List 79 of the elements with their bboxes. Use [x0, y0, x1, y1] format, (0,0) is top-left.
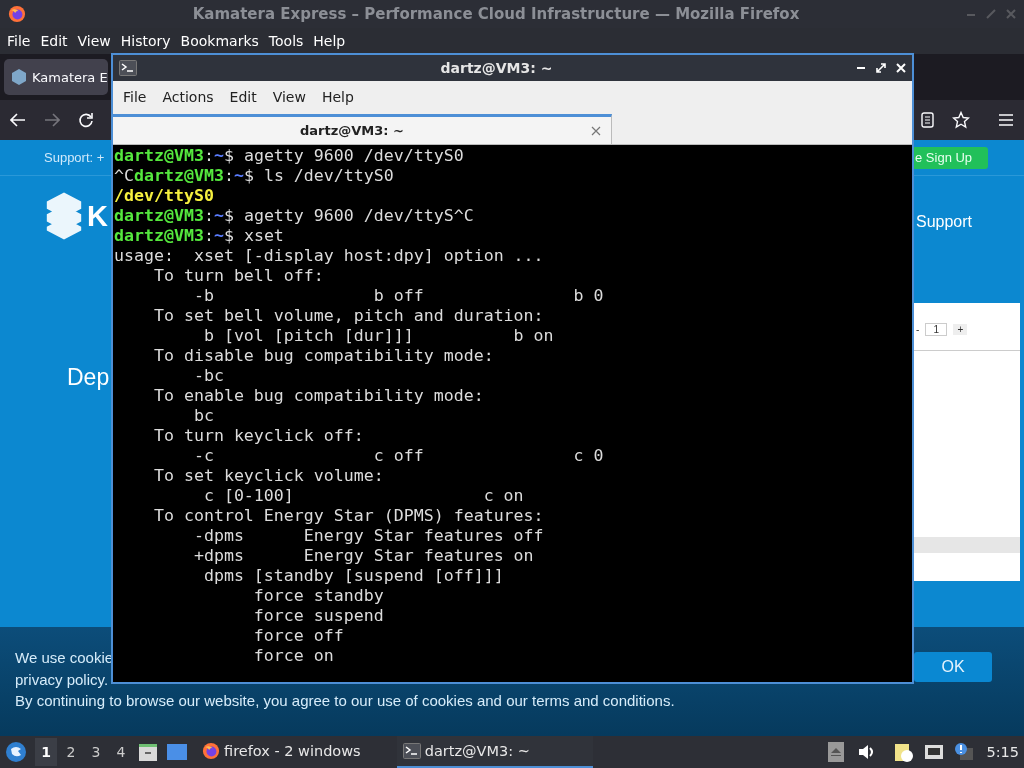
- decrement-button[interactable]: -: [916, 324, 920, 335]
- menu-icon[interactable]: [998, 113, 1014, 127]
- eject-icon[interactable]: [828, 742, 845, 762]
- terminal-tab[interactable]: dartz@VM3: ~: [113, 114, 612, 144]
- logo-text: K: [87, 199, 108, 233]
- terminal-line: c [0-100] c on: [202, 486, 524, 506]
- menu-item[interactable]: Help: [308, 33, 351, 49]
- menu-item[interactable]: Help: [313, 88, 362, 105]
- workspace-button[interactable]: 1: [35, 738, 57, 766]
- terminal-line: To set keyclick volume:: [152, 466, 384, 486]
- terminal-line: -b b off b 0: [192, 286, 604, 306]
- workspace-button[interactable]: 4: [110, 738, 132, 766]
- terminal-line: dpms [standby [suspend [off]]]: [202, 566, 504, 586]
- terminal-line: force on: [252, 646, 334, 666]
- support-text: Support: +: [43, 150, 105, 165]
- terminal-line: dartz@VM3:~$ agetty 9600 /dev/ttyS^C: [114, 206, 474, 226]
- file-cabinet-icon[interactable]: [138, 742, 158, 762]
- notification-icon[interactable]: [954, 742, 975, 762]
- menu-item[interactable]: File: [115, 88, 155, 105]
- menu-item[interactable]: Edit: [221, 88, 265, 105]
- terminal-line: dartz@VM3:~$ xset: [114, 226, 284, 246]
- menu-item[interactable]: File: [2, 33, 36, 49]
- terminal-line: To control Energy Star (DPMS) features:: [152, 506, 544, 526]
- taskbar-task[interactable]: dartz@VM3: ~: [396, 736, 593, 768]
- terminal-line: To disable bug compatibility mode:: [152, 346, 494, 366]
- terminal-line: dartz@VM3:~$ agetty 9600 /dev/ttyS0: [114, 146, 464, 166]
- menu-item[interactable]: Tools: [263, 33, 309, 49]
- ok-button[interactable]: OK: [914, 652, 992, 682]
- logo-icon: [45, 190, 83, 242]
- clock: 5:15: [986, 744, 1019, 760]
- reload-icon[interactable]: [78, 112, 94, 128]
- forward-icon[interactable]: [44, 113, 60, 127]
- terminal-icon: [119, 60, 137, 76]
- menu-item[interactable]: Bookmarks: [175, 33, 264, 49]
- terminal-line: To enable bug compatibility mode:: [152, 386, 484, 406]
- terminal-line: bc: [192, 406, 214, 426]
- start-menu-icon[interactable]: [5, 741, 27, 763]
- site-icon: [12, 69, 26, 85]
- terminal-line: b [vol [pitch [dur]]] b on: [202, 326, 554, 346]
- menu-item[interactable]: Edit: [35, 33, 73, 49]
- terminal-line: ^Cdartz@VM3:~$ ls /dev/ttyS0: [114, 166, 394, 186]
- desktop-icon[interactable]: [166, 743, 188, 761]
- close-tab-icon[interactable]: [591, 125, 601, 136]
- workspace-button[interactable]: 2: [60, 738, 82, 766]
- terminal-line: To turn keyclick off:: [152, 426, 364, 446]
- cookie-text: We use cookie: [15, 648, 114, 668]
- terminal-line: To set bell volume, pitch and duration:: [152, 306, 544, 326]
- terminal-line: To turn bell off:: [152, 266, 324, 286]
- terminal-line: force standby: [252, 586, 384, 606]
- reader-view-icon[interactable]: [921, 112, 934, 128]
- window-title: Kamatera Express – Performance Cloud Infrastructure — Mozilla Firefox: [191, 5, 801, 23]
- terminal-line: +dpms Energy Star features on: [192, 546, 534, 566]
- star-icon[interactable]: [952, 111, 970, 129]
- terminal-line: force suspend: [252, 606, 384, 626]
- menu-item[interactable]: View: [72, 33, 116, 49]
- window-title: dartz@VM3: ~: [439, 60, 554, 76]
- firefox-icon: [202, 742, 220, 760]
- terminal-line: /dev/ttyS0: [114, 186, 214, 206]
- menu-item[interactable]: Actions: [154, 88, 222, 105]
- nav-link[interactable]: Support: [913, 213, 1024, 231]
- terminal-icon: [402, 743, 421, 759]
- terminal-line: -c c off c 0: [192, 446, 604, 466]
- cookie-text: privacy policy.: [15, 669, 109, 690]
- workspace-button[interactable]: 3: [85, 738, 107, 766]
- quantity-field[interactable]: 1: [925, 323, 948, 336]
- menu-item[interactable]: View: [264, 88, 314, 105]
- back-icon[interactable]: [10, 113, 26, 127]
- clipboard-icon[interactable]: [894, 742, 915, 762]
- menu-item[interactable]: History: [115, 33, 176, 49]
- terminal-line: usage: xset [-display host:dpy] option ...: [114, 246, 544, 266]
- cookie-text: By continuing to browse our website, you agree to our use of cookies and our terms and conditions.: [15, 691, 675, 711]
- taskbar-task[interactable]: firefox - 2 windows: [196, 736, 367, 768]
- terminal-line: force off: [252, 626, 344, 646]
- firefox-icon: [8, 5, 26, 23]
- hero-heading: Dep: [67, 364, 110, 391]
- increment-button[interactable]: +: [953, 324, 968, 335]
- browser-tab[interactable]: Kamatera E: [4, 59, 108, 95]
- terminal-line: -bc: [192, 366, 224, 386]
- terminal-line: -dpms Energy Star features off: [192, 526, 544, 546]
